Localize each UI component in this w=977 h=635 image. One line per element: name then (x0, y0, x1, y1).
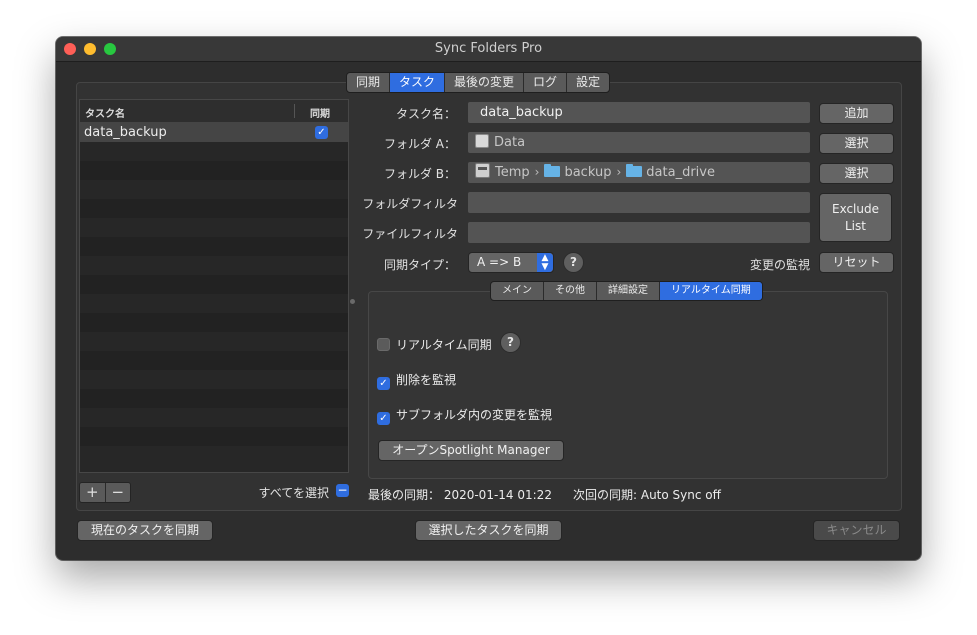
empty-row (80, 313, 348, 332)
folder-icon (544, 164, 561, 177)
tab-tasks[interactable]: タスク (390, 73, 446, 92)
watch-delete-option[interactable]: ✓ 削除を監視 (377, 371, 456, 390)
sync-type-help-button[interactable]: ? (563, 252, 584, 273)
chevron-right-icon: › (616, 165, 622, 179)
task-list[interactable]: タスク名 同期 data_backup ✓ (79, 99, 349, 473)
empty-row (80, 408, 348, 427)
select-all-label: すべてを選択 (258, 486, 329, 500)
empty-row (80, 275, 348, 294)
empty-row (80, 427, 348, 446)
tab-other[interactable]: その他 (544, 282, 597, 300)
select-folder-b-button[interactable]: 選択 (819, 163, 894, 184)
main-tab-bar: 同期 タスク 最後の変更 ログ 設定 (346, 72, 611, 93)
drive-icon (475, 134, 489, 148)
watch-delete-checkbox[interactable]: ✓ (377, 377, 390, 390)
watch-changes-label: 変更の監視 (749, 258, 810, 272)
watch-delete-label: 削除を監視 (396, 373, 457, 387)
tab-log[interactable]: ログ (524, 73, 568, 92)
folder-a-label: フォルダ A： (383, 137, 456, 151)
chevron-right-icon: › (534, 165, 540, 179)
sync-type-label: 同期タイプ： (383, 258, 456, 272)
empty-row (80, 161, 348, 180)
task-name-label: タスク名： (395, 107, 456, 121)
sync-type-value: A => B (477, 255, 522, 269)
exclude-list-button[interactable]: Exclude List (819, 193, 892, 242)
empty-row (80, 180, 348, 199)
tab-realtime-sync[interactable]: リアルタイム同期 (660, 282, 762, 300)
empty-row (80, 199, 348, 218)
column-divider (294, 104, 295, 118)
title-bar[interactable]: Sync Folders Pro (56, 37, 921, 62)
folder-a-path-control[interactable]: Data (468, 132, 810, 153)
split-view-handle[interactable] (350, 299, 355, 304)
watch-subfolder-option[interactable]: ✓ サブフォルダ内の変更を監視 (377, 406, 552, 425)
task-name: data_backup (84, 125, 167, 140)
folder-icon (626, 164, 643, 177)
exclude-list-label-line1: Exclude (831, 202, 879, 216)
window-title: Sync Folders Pro (434, 41, 543, 56)
folder-b-path-control[interactable]: Temp › backup › data_drive (468, 162, 810, 183)
file-filter-field[interactable] (468, 222, 810, 243)
task-list-header: タスク名 同期 (80, 100, 348, 123)
cancel-button[interactable]: キャンセル (813, 520, 900, 541)
add-task-button[interactable]: + (80, 483, 106, 502)
app-window: Sync Folders Pro 同期 タスク 最後の変更 ログ 設定 タスク名… (56, 37, 921, 560)
column-header-task-name[interactable]: タスク名 (85, 105, 125, 120)
tab-advanced[interactable]: 詳細設定 (597, 282, 660, 300)
exclude-list-label-line2: List (845, 219, 866, 233)
empty-row (80, 256, 348, 275)
last-sync-status: 最後の同期： 2020-01-14 01:22 (368, 488, 552, 502)
folder-a-path: Data (494, 135, 526, 150)
task-name-field[interactable]: data_backup (468, 102, 810, 123)
remove-task-button[interactable]: − (106, 483, 131, 502)
sync-selected-tasks-button[interactable]: 選択したタスクを同期 (415, 520, 562, 541)
empty-row (80, 142, 348, 161)
sub-tab-bar: メイン その他 詳細設定 リアルタイム同期 (490, 281, 763, 301)
empty-row (80, 332, 348, 351)
realtime-sync-help-button[interactable]: ? (500, 332, 521, 353)
hard-disk-icon (475, 163, 490, 178)
sync-current-task-button[interactable]: 現在のタスクを同期 (77, 520, 213, 541)
file-filter-label: ファイルフィルタ (362, 227, 458, 241)
empty-row (80, 218, 348, 237)
empty-row (80, 237, 348, 256)
empty-row (80, 351, 348, 370)
empty-row (80, 446, 348, 465)
watch-subfolder-label: サブフォルダ内の変更を監視 (396, 408, 553, 422)
empty-row (80, 389, 348, 408)
sync-type-popup[interactable]: A => B ▲ ▼ (468, 252, 554, 273)
folder-filter-field[interactable] (468, 192, 810, 213)
open-spotlight-manager-button[interactable]: オープンSpotlight Manager (378, 440, 564, 461)
column-header-sync[interactable]: 同期 (310, 105, 330, 120)
realtime-sync-option[interactable]: リアルタイム同期 (377, 336, 492, 353)
path-segment: data_drive (646, 165, 715, 180)
path-segment: backup (564, 165, 612, 180)
add-remove-task-control: + − (79, 482, 131, 503)
folder-b-label: フォルダ B： (383, 167, 456, 181)
task-sync-checkbox[interactable]: ✓ (315, 126, 328, 139)
folder-filter-label: フォルダフィルタ (362, 197, 458, 211)
watch-subfolder-checkbox[interactable]: ✓ (377, 412, 390, 425)
realtime-sync-label: リアルタイム同期 (396, 338, 492, 352)
tab-last-changes[interactable]: 最後の変更 (445, 73, 525, 92)
reset-button[interactable]: リセット (819, 252, 894, 273)
empty-row (80, 294, 348, 313)
next-sync-status: 次回の同期: Auto Sync off (573, 488, 721, 502)
realtime-sync-checkbox[interactable] (377, 338, 390, 351)
list-item[interactable]: data_backup ✓ (80, 123, 348, 142)
tab-sync[interactable]: 同期 (347, 73, 391, 92)
path-segment: Temp (495, 165, 530, 180)
empty-row (80, 370, 348, 389)
tab-main[interactable]: メイン (491, 282, 544, 300)
select-folder-a-button[interactable]: 選択 (819, 133, 894, 154)
select-all-checkbox[interactable]: − (336, 484, 349, 497)
add-task-name-button[interactable]: 追加 (819, 103, 894, 124)
popup-arrows-icon: ▲ ▼ (537, 253, 553, 272)
arrow-down-icon: ▼ (541, 262, 549, 272)
tab-settings[interactable]: 設定 (567, 73, 609, 92)
